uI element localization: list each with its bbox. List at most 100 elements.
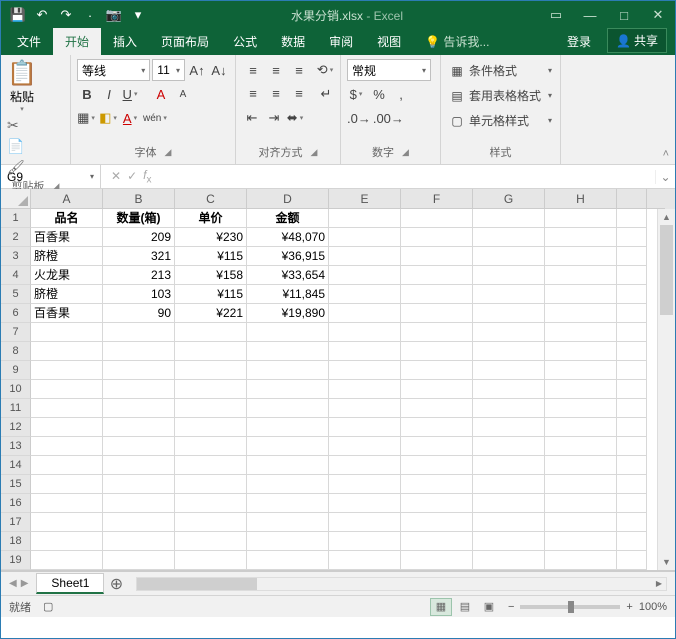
tab-login[interactable]: 登录 — [555, 28, 603, 55]
cell-A3[interactable]: 脐橙 — [31, 247, 103, 266]
cell-F1[interactable] — [401, 209, 473, 228]
row-header-8[interactable]: 8 — [1, 342, 31, 361]
cell-D4[interactable]: ¥33,654 — [247, 266, 329, 285]
cell-G18[interactable] — [473, 532, 545, 551]
cell-G6[interactable] — [473, 304, 545, 323]
cell-I8[interactable] — [617, 342, 647, 361]
cell-F2[interactable] — [401, 228, 473, 247]
font-size-combo[interactable]: 11▾ — [152, 59, 185, 81]
cell-I7[interactable] — [617, 323, 647, 342]
column-header-B[interactable]: B — [103, 189, 175, 209]
cell-B8[interactable] — [103, 342, 175, 361]
cell-I16[interactable] — [617, 494, 647, 513]
cell-B16[interactable] — [103, 494, 175, 513]
expand-formula-bar-icon[interactable]: ⌄ — [655, 170, 675, 184]
cell-D16[interactable] — [247, 494, 329, 513]
tab-data[interactable]: 数据 — [269, 28, 317, 55]
cell-C4[interactable]: ¥158 — [175, 266, 247, 285]
cell-F8[interactable] — [401, 342, 473, 361]
cell-G15[interactable] — [473, 475, 545, 494]
cell-I4[interactable] — [617, 266, 647, 285]
macro-record-icon[interactable]: ▢ — [43, 600, 53, 613]
tab-home[interactable]: 开始 — [53, 28, 101, 55]
cell-G13[interactable] — [473, 437, 545, 456]
cell-C7[interactable] — [175, 323, 247, 342]
enter-formula-icon[interactable]: ✓ — [127, 169, 137, 183]
row-header-5[interactable]: 5 — [1, 285, 31, 304]
cell-B2[interactable]: 209 — [103, 228, 175, 247]
cell-H4[interactable] — [545, 266, 617, 285]
cell-H2[interactable] — [545, 228, 617, 247]
row-header-6[interactable]: 6 — [1, 304, 31, 323]
cell-H19[interactable] — [545, 551, 617, 570]
font-color-button[interactable]: A — [121, 107, 141, 129]
row-header-13[interactable]: 13 — [1, 437, 31, 456]
cell-E12[interactable] — [329, 418, 401, 437]
close-icon[interactable]: ✕ — [641, 1, 675, 29]
align-center-icon[interactable]: ≡ — [265, 83, 287, 105]
cell-A17[interactable] — [31, 513, 103, 532]
cell-C19[interactable] — [175, 551, 247, 570]
page-break-view-icon[interactable]: ▣ — [478, 598, 500, 616]
increase-indent-icon[interactable]: ⇥ — [264, 107, 284, 129]
decrease-font-icon[interactable]: A↓ — [209, 59, 229, 81]
number-launcher-icon[interactable]: ◢ — [402, 147, 409, 158]
cell-H13[interactable] — [545, 437, 617, 456]
number-format-combo[interactable]: 常规▾ — [347, 59, 431, 81]
row-header-14[interactable]: 14 — [1, 456, 31, 475]
cell-B15[interactable] — [103, 475, 175, 494]
cell-B3[interactable]: 321 — [103, 247, 175, 266]
column-header-i[interactable] — [617, 189, 647, 209]
cell-A10[interactable] — [31, 380, 103, 399]
underline-button[interactable]: U — [121, 83, 141, 105]
cell-B18[interactable] — [103, 532, 175, 551]
align-launcher-icon[interactable]: ◢ — [311, 147, 318, 158]
horizontal-scrollbar[interactable]: ◀ ▶ — [136, 577, 667, 591]
ribbon-display-icon[interactable]: ▭ — [539, 1, 573, 29]
cell-F17[interactable] — [401, 513, 473, 532]
tab-file[interactable]: 文件 — [5, 28, 53, 55]
cell-B1[interactable]: 数量(箱) — [103, 209, 175, 228]
hscroll-thumb[interactable] — [137, 578, 257, 590]
cell-E2[interactable] — [329, 228, 401, 247]
cells-area[interactable]: 品名数量(箱)单价金额百香果209¥230¥48,070脐橙321¥115¥36… — [31, 209, 657, 570]
cell-F19[interactable] — [401, 551, 473, 570]
align-middle-icon[interactable]: ≡ — [265, 60, 287, 82]
cell-A7[interactable] — [31, 323, 103, 342]
bold-button[interactable]: B — [77, 83, 97, 105]
cell-D13[interactable] — [247, 437, 329, 456]
cell-A18[interactable] — [31, 532, 103, 551]
cell-C1[interactable]: 单价 — [175, 209, 247, 228]
cell-D5[interactable]: ¥11,845 — [247, 285, 329, 304]
cell-H15[interactable] — [545, 475, 617, 494]
scroll-right-icon[interactable]: ▶ — [652, 578, 666, 590]
format-as-table-button[interactable]: ▤套用表格格式 ▾ — [447, 84, 554, 107]
cell-I1[interactable] — [617, 209, 647, 228]
cell-I13[interactable] — [617, 437, 647, 456]
cell-E4[interactable] — [329, 266, 401, 285]
cell-C14[interactable] — [175, 456, 247, 475]
cell-B6[interactable]: 90 — [103, 304, 175, 323]
cell-G4[interactable] — [473, 266, 545, 285]
phonetic-button[interactable]: wén — [143, 107, 169, 129]
cell-B17[interactable] — [103, 513, 175, 532]
font-name-combo[interactable]: 等线▾ — [77, 59, 150, 81]
row-header-4[interactable]: 4 — [1, 266, 31, 285]
cell-E10[interactable] — [329, 380, 401, 399]
cell-D17[interactable] — [247, 513, 329, 532]
tab-layout[interactable]: 页面布局 — [149, 28, 221, 55]
cell-I15[interactable] — [617, 475, 647, 494]
qat-customize-icon[interactable]: ▾ — [127, 4, 149, 26]
cell-D11[interactable] — [247, 399, 329, 418]
fill-color-button[interactable]: ◧ — [99, 107, 119, 129]
percent-icon[interactable]: % — [369, 83, 389, 105]
cell-F13[interactable] — [401, 437, 473, 456]
column-header-A[interactable]: A — [31, 189, 103, 209]
increase-font-icon-alt[interactable]: A — [151, 83, 171, 105]
cell-A6[interactable]: 百香果 — [31, 304, 103, 323]
sheet-nav-prev-icon[interactable]: ◀ — [9, 578, 17, 589]
row-header-1[interactable]: 1 — [1, 209, 31, 228]
cell-I2[interactable] — [617, 228, 647, 247]
cell-D19[interactable] — [247, 551, 329, 570]
cell-G3[interactable] — [473, 247, 545, 266]
